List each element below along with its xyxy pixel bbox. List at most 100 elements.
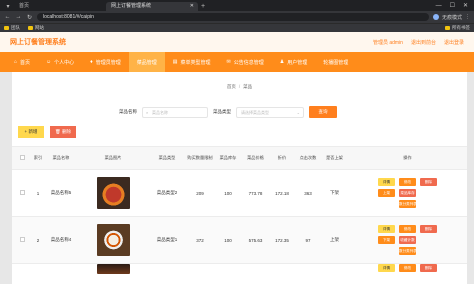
header-cell: 点击次数 [299,155,317,160]
add-button[interactable]: + 新增 [18,126,44,138]
select-all-cell [12,155,32,161]
tab-strip: ▾ 首页 网上订餐管理系统 ✕ + — ☐ ✕ [0,0,474,11]
browser-window: ▾ 首页 网上订餐管理系统 ✕ + — ☐ ✕ ← → ↻ localhost:8… [0,0,474,284]
profile-button[interactable]: 无痕模式 ⋮ [432,14,470,21]
detail-button[interactable]: 详情 [378,264,395,272]
maximize-icon[interactable]: ☐ [450,2,455,11]
app-header: 网上订餐管理系统 管理员 admin 退出到前台 退出登录 [0,32,474,52]
nav-label: 管理员管理 [95,59,121,66]
header-cell: 菜品图片 [104,155,122,160]
input-placeholder: 菜品名称 [152,109,168,115]
nav-label: 公告信息管理 [233,59,264,66]
header-links: 管理员 admin 退出到前台 退出登录 [373,39,464,46]
search-icon: ⌕ [146,109,149,115]
name-cell: 菜品名称4 [50,237,72,242]
type-label: 菜品类型 [213,109,231,114]
header-cell: 索引 [33,155,43,160]
edit-button[interactable]: 修改 [399,178,416,186]
stock-button[interactable]: 菜品库存 [399,189,416,197]
limit-cell: 372 [196,237,204,243]
dish-table: 索引 菜品名称 菜品图片 菜品类型 购买数量限制 菜品库存 菜品价格 折价 点击… [12,146,467,276]
bookmarks-bar: 团队 网站 所有书签 [0,23,474,32]
nav-item-users[interactable]: ♟ 用户管理 [272,52,316,72]
home-icon: ⌂ [14,59,18,65]
nav-item-menu-types[interactable]: ▤ 菜单类型管理 [165,52,219,72]
row-select-cell [12,237,32,243]
header-cell: 菜品库存 [219,155,237,160]
batch-delete-button[interactable]: 🗑 删除 [50,126,76,138]
favorite-count-button[interactable]: 收藏计数 [399,236,416,244]
delete-button[interactable]: 删除 [420,178,437,186]
row-checkbox[interactable] [19,190,25,195]
nav-item-home[interactable]: ⌂ 首页 [6,52,38,72]
delete-button[interactable]: 删除 [420,264,437,272]
detail-button[interactable]: 详情 [378,225,395,233]
search-bar: 菜品名称 ⌕ 菜品名称 菜品类型 请选择菜品类型 ⌄ 查询 [119,106,337,118]
bookmark-label: 网站 [35,25,44,30]
delete-button[interactable]: 删除 [420,225,437,233]
select-all-checkbox[interactable] [19,155,25,160]
tab-label: 网上订餐管理系统 [111,3,152,9]
address-bar: ← → ↻ localhost:8081/#/caipin 无痕模式 ⋮ [0,11,474,23]
reload-icon[interactable]: ↻ [26,14,33,21]
forward-icon[interactable]: → [15,14,22,20]
bookmark-item[interactable]: 网站 [28,25,44,31]
folder-icon [28,26,33,30]
index-cell: 1 [36,190,40,196]
nav-label: 轮播图管理 [323,59,349,66]
table-row: 1 菜品名称5 菜品类型2 209 100 773.78 172.18 363 … [12,170,467,217]
main-nav: ⌂ 首页 ☺ 个人中心 ♦ 管理员管理 菜品管理 ▤ 菜单类型管理 ✉ 公告信息管理 ♟ 用… [0,52,474,72]
nav-label: 菜单类型管理 [180,59,211,66]
limit-cell: 209 [196,190,204,196]
price-cell: 575.63 [248,237,263,243]
breadcrumb-home[interactable]: 首页 [227,84,236,89]
nav-item-profile[interactable]: ☺ 个人中心 [38,52,82,72]
breadcrumb-current: 菜品 [243,84,253,89]
folder-icon [4,26,9,30]
breadcrumb: 首页 / 菜品 [12,84,467,90]
list-button[interactable]: 数分类列表 [399,247,417,255]
nav-label: 菜品管理 [136,59,157,66]
tab-app[interactable]: 网上订餐管理系统 ✕ [106,2,198,11]
more-icon[interactable]: ⋮ [465,14,470,20]
edit-button[interactable]: 修改 [399,264,416,272]
on-shelf-button[interactable]: 上架 [378,189,395,197]
avatar [432,14,439,20]
close-icon[interactable]: ✕ [190,2,194,11]
off-shelf-button[interactable]: 下架 [378,236,395,244]
query-button[interactable]: 查询 [309,106,337,118]
list-button[interactable]: 数分类列表 [399,200,417,208]
discount-cell: 172.18 [275,190,289,196]
action-bar: + 新增 🗑 删除 [18,126,76,138]
minimize-icon[interactable]: — [436,2,442,11]
table-row: 详情 修改 删除 [12,264,467,276]
dish-image [96,264,130,274]
image-cell [78,224,148,256]
dish-type-select[interactable]: 请选择菜品类型 ⌄ [236,106,304,118]
dish-image [96,224,130,256]
detail-button[interactable]: 详情 [378,178,395,186]
dish-name-input[interactable]: ⌕ 菜品名称 [142,106,208,118]
all-bookmarks[interactable]: 所有书签 [445,25,470,31]
row-checkbox[interactable] [19,237,25,242]
tab-home[interactable]: 首页 [14,2,106,11]
front-link[interactable]: 退出到前台 [411,39,436,46]
logout-link[interactable]: 退出登录 [444,39,464,46]
bookmark-label: 团队 [11,25,20,30]
nav-item-notices[interactable]: ✉ 公告信息管理 [219,52,272,72]
folder-icon [445,26,450,30]
bookmark-item[interactable]: 团队 [4,25,20,31]
header-cell: 菜品价格 [247,155,264,160]
nav-item-admins[interactable]: ♦ 管理员管理 [82,52,129,72]
nav-item-dishes[interactable]: 菜品管理 [128,52,165,72]
new-tab-icon[interactable]: + [201,2,205,11]
url-input[interactable]: localhost:8081/#/caipin [37,13,429,21]
discount-cell: 172.35 [275,237,289,243]
close-window-icon[interactable]: ✕ [463,2,468,11]
app-title: 网上订餐管理系统 [10,39,66,46]
tab-list-icon[interactable]: ▾ [4,3,12,11]
nav-item-carousel[interactable]: 轮播图管理 [315,52,356,72]
image-cell [78,264,148,274]
back-icon[interactable]: ← [4,14,11,20]
edit-button[interactable]: 修改 [399,225,416,233]
